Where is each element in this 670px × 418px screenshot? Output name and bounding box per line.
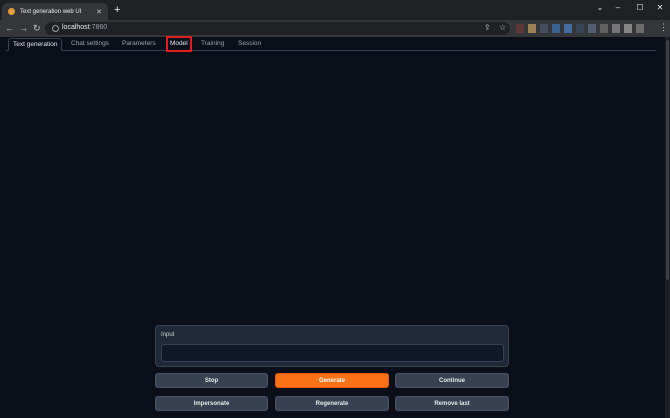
new-tab-button[interactable]: + xyxy=(114,3,120,17)
share-icon[interactable]: ⇪ xyxy=(484,23,491,32)
extension-icon[interactable] xyxy=(564,24,572,33)
extension-icon[interactable] xyxy=(540,24,548,33)
extension-icon[interactable] xyxy=(588,24,596,33)
page-scrollbar-thumb[interactable] xyxy=(666,40,669,280)
tab-chat-settings[interactable]: Chat settings xyxy=(71,38,109,50)
browser-tab[interactable]: Text generation web UI ✕ xyxy=(2,3,108,20)
input-label: Input xyxy=(161,332,175,338)
maximize-button[interactable]: ☐ xyxy=(634,2,646,14)
back-button[interactable]: ← xyxy=(5,22,14,34)
tab-search-icon[interactable]: ⌄ xyxy=(594,2,606,14)
extension-icon[interactable] xyxy=(528,24,536,33)
input-textbox[interactable] xyxy=(161,344,504,362)
extension-icon[interactable] xyxy=(552,24,560,33)
browser-toolbar: ← → ↻ localhost:7860 ⇪ ☆ ⋮ xyxy=(0,20,670,37)
url-host: localhost xyxy=(62,24,90,31)
forward-button[interactable]: → xyxy=(19,22,28,34)
extension-icon[interactable] xyxy=(516,24,524,33)
close-window-button[interactable]: ✕ xyxy=(654,2,666,14)
tab-model[interactable]: Model xyxy=(166,36,192,52)
regenerate-button[interactable]: Regenerate xyxy=(275,396,389,411)
tab-training[interactable]: Training xyxy=(201,38,224,50)
bookmark-star-icon[interactable]: ☆ xyxy=(499,23,506,32)
minimize-button[interactable]: – xyxy=(612,2,624,14)
url-text: localhost:7860 xyxy=(62,24,107,31)
extension-icon[interactable] xyxy=(576,24,584,33)
extension-icon[interactable] xyxy=(600,24,608,33)
browser-titlebar: Text generation web UI ✕ + ⌄ – ☐ ✕ xyxy=(0,0,670,20)
tab-parameters[interactable]: Parameters xyxy=(122,38,156,50)
address-bar[interactable]: localhost:7860 ⇪ ☆ xyxy=(45,22,510,35)
tab-text-generation[interactable]: Text generation xyxy=(8,38,63,51)
app-tab-nav: Text generation Chat settings Parameters… xyxy=(6,36,656,52)
extension-icon[interactable] xyxy=(624,24,632,33)
input-panel: Input xyxy=(155,325,509,367)
info-icon[interactable] xyxy=(52,25,59,32)
tab-session[interactable]: Session xyxy=(238,38,261,50)
extension-icon[interactable] xyxy=(612,24,620,33)
extension-icon[interactable] xyxy=(636,24,644,33)
favicon-icon xyxy=(8,8,15,15)
continue-button[interactable]: Continue xyxy=(395,373,509,388)
stop-button[interactable]: Stop xyxy=(155,373,268,388)
tab-close-icon[interactable]: ✕ xyxy=(96,8,102,16)
remove-last-button[interactable]: Remove last xyxy=(395,396,509,411)
browser-menu-icon[interactable]: ⋮ xyxy=(659,22,668,33)
generate-button[interactable]: Generate xyxy=(275,373,389,388)
reload-button[interactable]: ↻ xyxy=(33,22,41,34)
impersonate-button[interactable]: Impersonate xyxy=(155,396,268,411)
tab-title: Text generation web UI xyxy=(20,8,82,15)
url-port: :7860 xyxy=(89,24,108,31)
